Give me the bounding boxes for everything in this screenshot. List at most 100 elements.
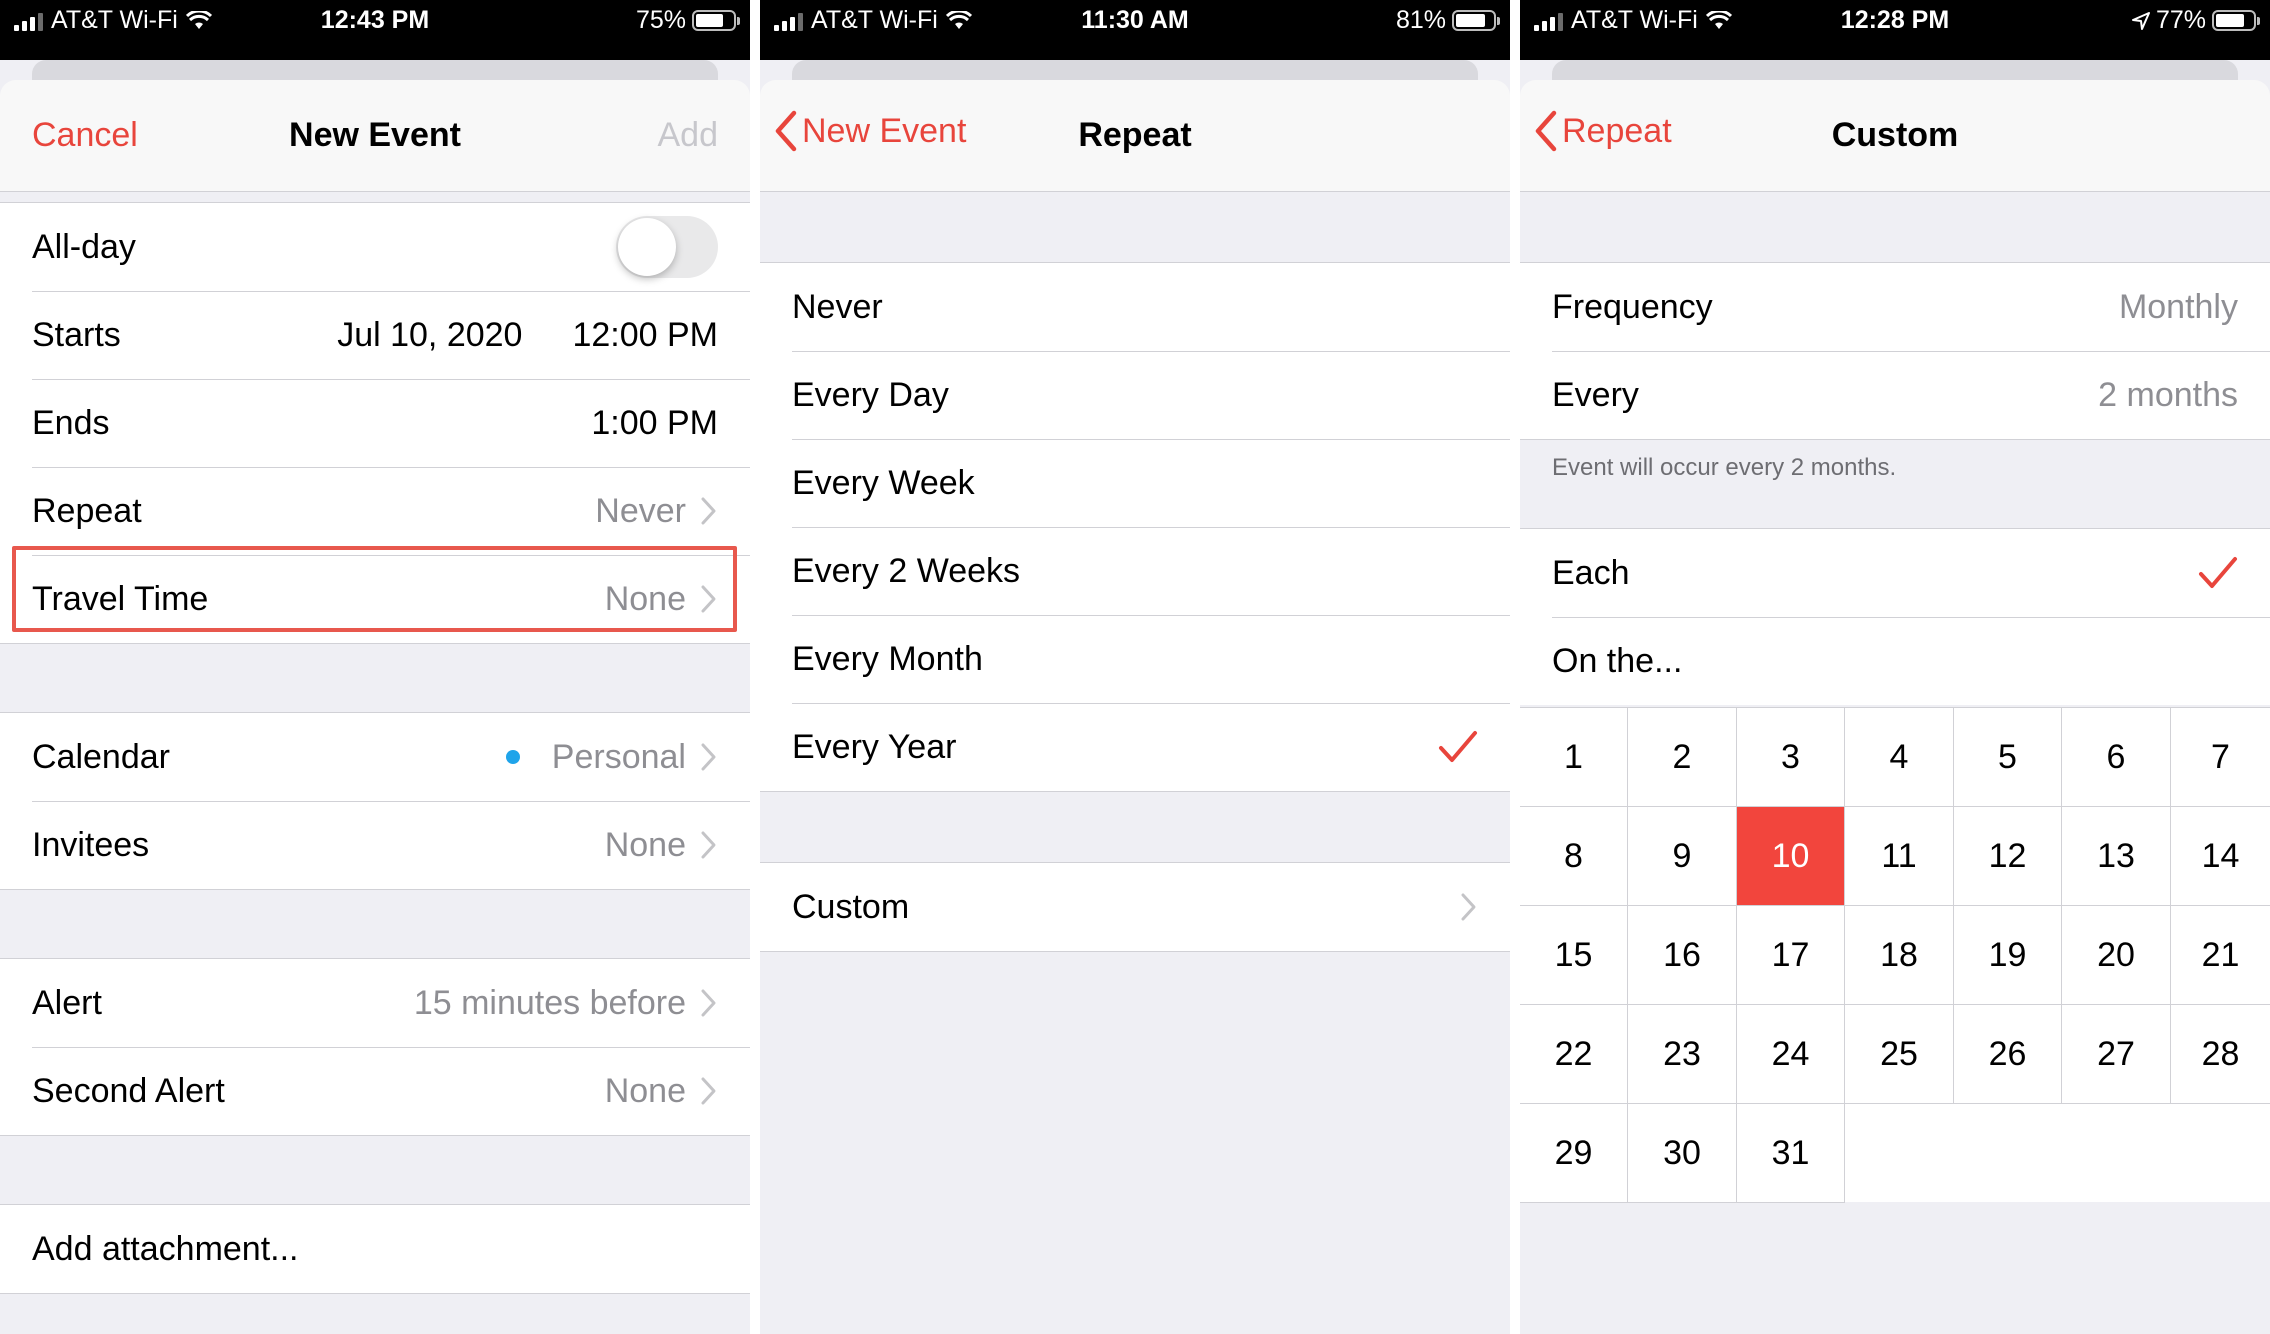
custom-sheet: Repeat Custom Frequency Monthly Every 2 …	[1520, 80, 2270, 1334]
alert-value: 15 minutes before	[413, 983, 686, 1022]
chevron-right-icon	[701, 743, 716, 771]
day-cell[interactable]: 6	[2062, 708, 2171, 807]
day-cell[interactable]: 14	[2171, 807, 2270, 906]
allday-toggle[interactable]	[616, 216, 718, 278]
alert-group: Alert 15 minutes before Second Alert Non…	[0, 958, 750, 1136]
day-cell[interactable]: 10	[1737, 807, 1845, 906]
on-the-row[interactable]: On the...	[1520, 617, 2270, 705]
allday-row[interactable]: All-day	[0, 203, 750, 291]
day-cell[interactable]: 12	[1954, 807, 2062, 906]
day-cell[interactable]: 2	[1628, 708, 1737, 807]
option-label: Every Week	[792, 463, 975, 502]
day-cell[interactable]: 11	[1845, 807, 1954, 906]
location-arrow-icon	[2131, 11, 2150, 30]
custom-group: Custom	[760, 862, 1510, 952]
option-every-month[interactable]: Every Month	[760, 615, 1510, 703]
day-cell[interactable]: 17	[1737, 906, 1845, 1005]
every-row[interactable]: Every 2 months	[1520, 351, 2270, 439]
frequency-row[interactable]: Frequency Monthly	[1520, 263, 2270, 351]
day-cell[interactable]: 23	[1628, 1005, 1737, 1104]
custom-label: Custom	[792, 887, 910, 926]
calendar-row[interactable]: Calendar Personal	[0, 713, 750, 801]
starts-date[interactable]: Jul 10, 2020	[337, 316, 522, 355]
frequency-label: Frequency	[1552, 287, 1713, 326]
day-cell[interactable]: 4	[1845, 708, 1954, 807]
event-sheet: Cancel New Event Add All-day Starts Jul …	[0, 80, 750, 1334]
second-alert-label: Second Alert	[32, 1071, 225, 1110]
day-cell[interactable]: 3	[1737, 708, 1845, 807]
frequency-value: Monthly	[2118, 287, 2238, 326]
each-label: Each	[1552, 553, 1630, 592]
alert-label: Alert	[32, 983, 102, 1022]
ends-time[interactable]: 1:00 PM	[591, 404, 718, 443]
day-cell[interactable]: 21	[2171, 906, 2270, 1005]
nav-bar: Cancel New Event Add	[0, 80, 750, 192]
chevron-right-icon	[1461, 893, 1476, 921]
custom-row[interactable]: Custom	[760, 863, 1510, 951]
option-every-day[interactable]: Every Day	[760, 351, 1510, 439]
invitees-row[interactable]: Invitees None	[0, 801, 750, 889]
chevron-right-icon	[701, 497, 716, 525]
allday-label: All-day	[32, 227, 136, 266]
calendar-value: Personal	[551, 737, 686, 776]
add-attachment-row[interactable]: Add attachment...	[0, 1205, 750, 1293]
option-label: Every Day	[792, 375, 949, 414]
repeat-row[interactable]: Repeat Never	[0, 467, 750, 555]
repeat-highlight-box	[12, 546, 737, 632]
day-cell[interactable]: 16	[1628, 906, 1737, 1005]
option-every-week[interactable]: Every Week	[760, 439, 1510, 527]
chevron-right-icon	[701, 831, 716, 859]
calendar-group: Calendar Personal Invitees None	[0, 712, 750, 890]
page-title: Custom	[1831, 116, 1959, 154]
day-cell[interactable]: 15	[1520, 906, 1628, 1005]
frequency-group: Frequency Monthly Every 2 months	[1520, 262, 2270, 440]
every-label: Every	[1552, 375, 1639, 414]
day-cell[interactable]: 13	[2062, 807, 2171, 906]
ends-label: Ends	[32, 403, 110, 442]
checkmark-icon	[2199, 557, 2237, 588]
starts-time[interactable]: 12:00 PM	[572, 316, 718, 355]
alert-row[interactable]: Alert 15 minutes before	[0, 959, 750, 1047]
day-cell[interactable]: 29	[1520, 1104, 1628, 1203]
calendar-label: Calendar	[32, 737, 170, 776]
day-cell[interactable]: 5	[1954, 708, 2062, 807]
day-cell[interactable]: 1	[1520, 708, 1628, 807]
battery-icon	[692, 10, 740, 31]
day-cell[interactable]: 19	[1954, 906, 2062, 1005]
day-cell[interactable]: 20	[2062, 906, 2171, 1005]
option-never[interactable]: Never	[760, 263, 1510, 351]
nav-bar: New Event Repeat	[760, 80, 1510, 192]
day-cell[interactable]: 26	[1954, 1005, 2062, 1104]
second-alert-value: None	[604, 1071, 686, 1110]
second-alert-row[interactable]: Second Alert None	[0, 1047, 750, 1135]
add-button[interactable]: Add	[658, 116, 719, 155]
day-cell[interactable]: 7	[2171, 708, 2270, 807]
day-cell[interactable]: 22	[1520, 1005, 1628, 1104]
option-label: Every Month	[792, 639, 983, 678]
page-title: New Event	[289, 116, 461, 154]
each-row[interactable]: Each	[1520, 529, 2270, 617]
option-label: Every Year	[792, 727, 957, 766]
day-cell[interactable]: 30	[1628, 1104, 1737, 1203]
status-bar: AT&T Wi-Fi 11:30 AM 81%	[760, 0, 1510, 60]
page-title: Repeat	[1078, 116, 1192, 154]
day-cell[interactable]: 27	[2062, 1005, 2171, 1104]
day-cell[interactable]: 28	[2171, 1005, 2270, 1104]
day-cell[interactable]: 8	[1520, 807, 1628, 906]
day-cell[interactable]: 25	[1845, 1005, 1954, 1104]
option-label: Every 2 Weeks	[792, 551, 1021, 590]
battery-percent: 75%	[635, 6, 686, 34]
ends-row[interactable]: Ends 1:00 PM	[0, 379, 750, 467]
option-every-year[interactable]: Every Year	[760, 703, 1510, 791]
battery-percent: 81%	[1395, 6, 1446, 34]
day-cell[interactable]: 9	[1628, 807, 1737, 906]
battery-icon	[2212, 10, 2260, 31]
battery-percent: 77%	[2155, 6, 2206, 34]
day-of-month-grid: 1 2 3 4 5 6 7 8 9 10 11 12 13 14 15 16 17 18 19 20 21 22 23 24 2…	[1520, 707, 2270, 1203]
calendar-color-dot	[505, 750, 520, 764]
day-cell[interactable]: 31	[1737, 1104, 1845, 1203]
day-cell[interactable]: 24	[1737, 1005, 1845, 1104]
day-cell[interactable]: 18	[1845, 906, 1954, 1005]
option-every-2-weeks[interactable]: Every 2 Weeks	[760, 527, 1510, 615]
starts-row[interactable]: Starts Jul 10, 2020 12:00 PM	[0, 291, 750, 379]
